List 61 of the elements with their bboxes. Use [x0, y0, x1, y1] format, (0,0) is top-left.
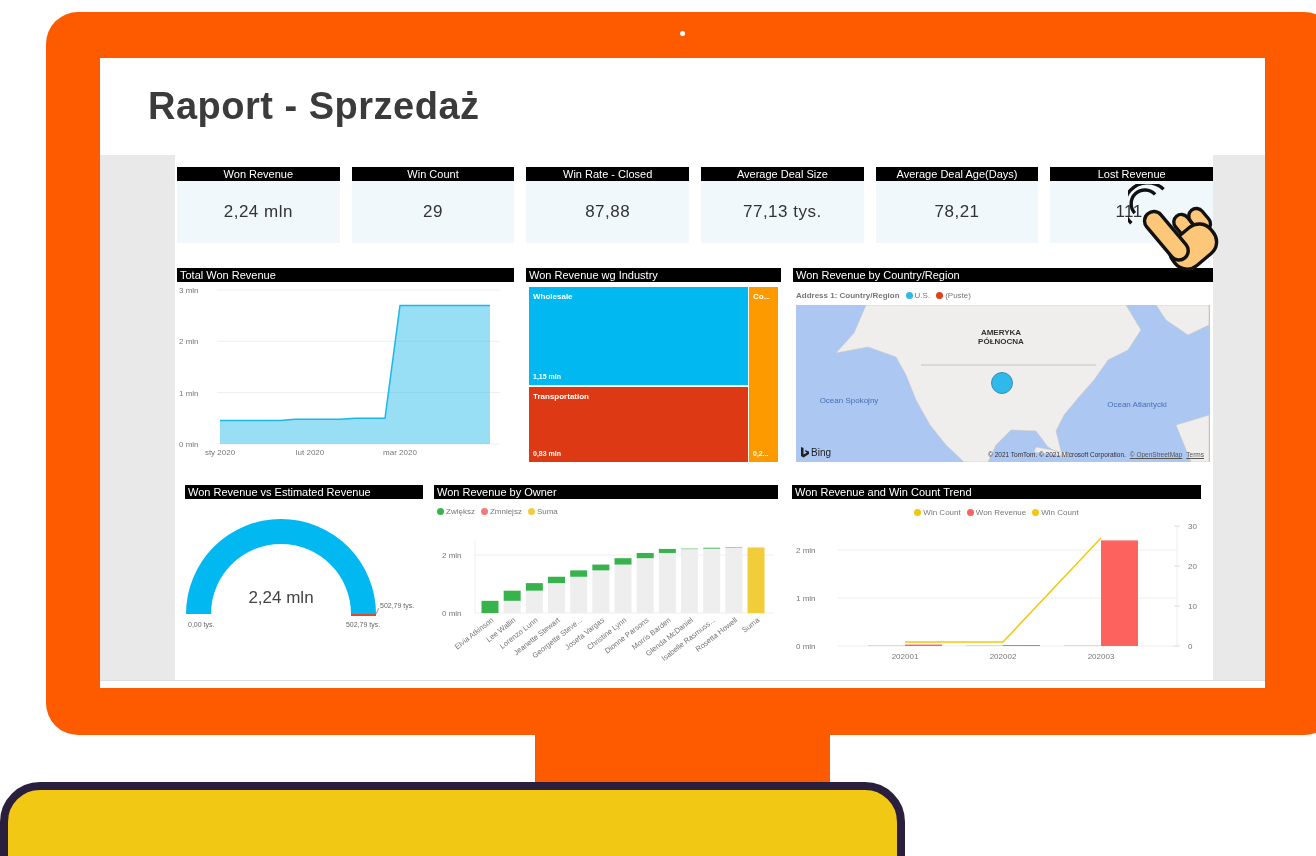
kpi-title: Lost Revenue: [1050, 167, 1214, 181]
map-ocean-label: Ocean Spokojny: [818, 396, 880, 406]
legend-item: Zmniejsz: [480, 507, 522, 517]
legend-item: Win Count: [1032, 507, 1079, 517]
axis-label: sty 2020: [204, 448, 236, 457]
kpi-value: 2,24 mln: [177, 181, 340, 243]
legend-item: Suma: [527, 507, 558, 517]
chart-bar: [503, 590, 521, 601]
kpi-title: Average Deal Age(Days): [875, 167, 1039, 181]
chart-bar: [481, 600, 499, 613]
legend-title: Address 1: Country/Region: [796, 290, 900, 300]
axis-label: 202002: [989, 652, 1017, 661]
axis-label: mar 2020: [383, 448, 417, 457]
kpi-value: 29: [351, 181, 515, 243]
map-logo-text: Bing: [811, 447, 831, 458]
axis-label: 30: [1188, 522, 1197, 531]
axis-label: 0 mln: [796, 642, 816, 651]
axis-label: 3 mln: [179, 286, 199, 295]
kpi-value: 77,13 tys.: [701, 181, 864, 243]
gauge-value: 2,24 mln: [248, 588, 314, 607]
legend-item: U.S.: [905, 290, 931, 300]
axis-label: 202001: [891, 652, 919, 661]
axis-label: 1 mln: [179, 388, 199, 398]
kpi-value: 78,21: [875, 181, 1039, 243]
chart-bar: [747, 547, 765, 613]
legend-item: (Puste): [936, 290, 971, 300]
tile-label: Wholesale: [533, 292, 573, 301]
kpi-value: 87,88: [526, 181, 689, 243]
kpi-title: Win Rate - Closed: [526, 167, 689, 181]
panel-title: Won Revenue vs Estimated Revenue: [185, 485, 423, 499]
gauge-target-mark: [351, 614, 376, 616]
axis-label: 1 mln: [796, 594, 816, 603]
axis-label: 10: [1188, 602, 1197, 611]
leader-line: [375, 607, 380, 615]
kpi-title: Average Deal Size: [701, 167, 864, 181]
axis-label: 0 mln: [179, 440, 199, 449]
map-region-label: AMERYKA PÓŁNOCNA: [977, 329, 1025, 347]
bing-logo-icon: [801, 447, 809, 458]
axis-label: lut 2020: [295, 448, 325, 457]
legend-item: Won Revenue: [966, 507, 1027, 517]
axis-label: 0 mln: [442, 608, 462, 618]
panel-title: Won Revenue wg Industry: [526, 268, 781, 282]
panel-title: Won Revenue and Win Count Trend: [792, 485, 1201, 499]
legend-item: Win Count: [914, 507, 961, 517]
tile-label: Transportation: [533, 391, 589, 401]
panel-title: Total Won Revenue: [177, 268, 514, 282]
camera-dot: [680, 31, 685, 36]
kpi-title: Won Revenue: [177, 167, 340, 181]
axis-label: 0: [1188, 642, 1193, 651]
map-ocean-label: Ocean Atlantycki: [1106, 400, 1168, 410]
report-title: Raport - Sprzedaż: [148, 85, 480, 128]
axis-label: 2 mln: [796, 546, 816, 555]
axis-label: 2 mln: [442, 550, 462, 560]
axis-label: 202003: [1087, 652, 1115, 661]
axis-label: 2 mln: [179, 337, 199, 347]
tile-label: Co...: [753, 292, 771, 301]
axis-label: 20: [1188, 562, 1197, 571]
kpi-title: Win Count: [351, 167, 515, 181]
legend-item: Zwiększ: [437, 507, 475, 517]
panel-title: Won Revenue by Country/Region: [793, 268, 1213, 282]
panel-title: Won Revenue by Owner: [434, 485, 778, 499]
